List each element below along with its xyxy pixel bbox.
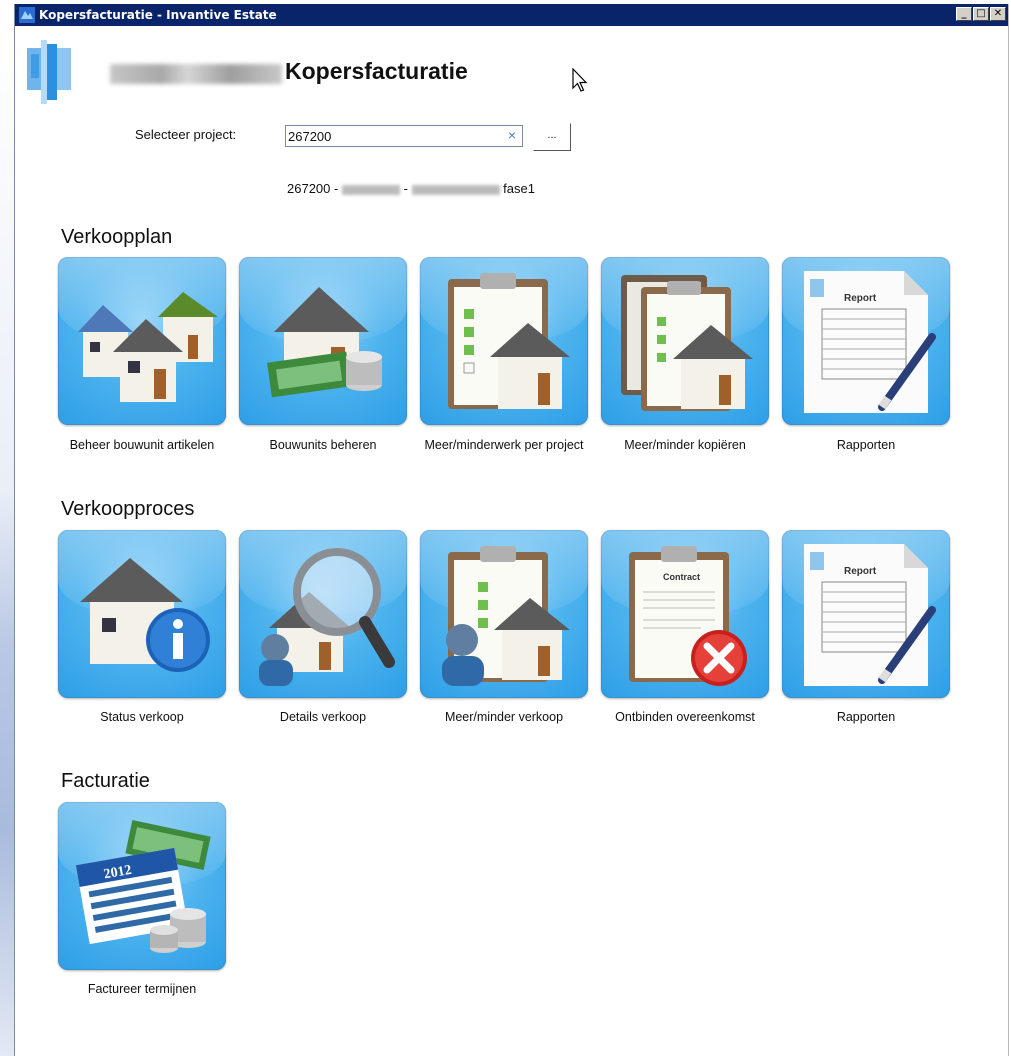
tile-meerminder-kopieren[interactable] xyxy=(601,257,769,425)
house-money-icon xyxy=(267,287,382,398)
calendar-money-icon: 2012 xyxy=(75,820,211,953)
project-code-text: 267200 - xyxy=(287,181,339,196)
section-title-verkoopproces: Verkoopproces xyxy=(61,498,195,520)
project-label: Selecteer project: xyxy=(135,127,237,142)
tile-factureer-termijnen[interactable]: 2012 xyxy=(58,802,226,970)
browse-project-button[interactable]: ... xyxy=(533,123,571,151)
desktop-background xyxy=(0,30,14,1056)
company-name-redacted xyxy=(110,64,282,84)
page-title: Kopersfacturatie xyxy=(285,58,468,84)
title-bar[interactable]: Kopersfacturatie - Invantive Estate _ □ … xyxy=(15,4,1008,26)
svg-text:Report: Report xyxy=(844,293,877,304)
tile-beheer-bouwunit-artikelen[interactable] xyxy=(58,257,226,425)
magnifier-house-icon xyxy=(259,548,395,686)
report-icon: Report xyxy=(804,544,936,686)
tile-meerminderwerk-per-project[interactable] xyxy=(420,257,588,425)
tile-label: Rapporten xyxy=(836,438,896,452)
tile-label: Bouwunits beheren xyxy=(269,438,377,452)
minimize-button[interactable]: _ xyxy=(956,7,972,21)
tile-label: Meer/minderwerk per project xyxy=(424,438,584,452)
contract-cancel-icon: Contract xyxy=(629,546,747,686)
tile-label: Meer/minder kopiëren xyxy=(624,438,746,452)
close-button[interactable]: ✕ xyxy=(990,7,1006,21)
company-logo-icon xyxy=(27,40,71,104)
project-input[interactable] xyxy=(288,127,498,145)
report-icon: Report xyxy=(804,271,936,413)
project-description: 267200 - - fase1 xyxy=(287,181,535,196)
app-icon xyxy=(19,7,35,23)
project-phase-text: fase1 xyxy=(503,181,535,196)
project-input-box[interactable]: × xyxy=(285,125,523,147)
tile-rapporten-verkoopproces[interactable]: Report xyxy=(782,530,950,698)
tile-meerminder-verkoop[interactable] xyxy=(420,530,588,698)
tile-label: Rapporten xyxy=(836,710,896,724)
tile-label: Status verkoop xyxy=(100,710,184,724)
tile-label: Ontbinden overeenkomst xyxy=(615,710,755,724)
redacted-text xyxy=(341,184,400,195)
svg-text:Report: Report xyxy=(844,566,877,577)
tile-label: Details verkoop xyxy=(279,710,367,724)
svg-text:Contract: Contract xyxy=(663,572,700,582)
mouse-pointer-icon xyxy=(572,68,588,92)
tile-label: Factureer termijnen xyxy=(87,982,197,996)
houses-icon xyxy=(78,292,218,402)
app-window: Kopersfacturatie - Invantive Estate _ □ … xyxy=(14,4,1009,1056)
clipboards-copy-icon xyxy=(621,275,753,411)
section-title-facturatie: Facturatie xyxy=(61,770,150,792)
house-info-icon xyxy=(80,558,210,672)
clear-icon[interactable]: × xyxy=(508,127,516,143)
tile-rapporten[interactable]: Report xyxy=(782,257,950,425)
tile-status-verkoop[interactable] xyxy=(58,530,226,698)
tile-label: Beheer bouwunit artikelen xyxy=(69,438,215,452)
redacted-text xyxy=(411,184,500,195)
tile-ontbinden-overeenkomst[interactable]: Contract xyxy=(601,530,769,698)
clipboard-house-icon xyxy=(448,273,570,409)
separator-text: - xyxy=(403,181,408,196)
window-title: Kopersfacturatie - Invantive Estate xyxy=(39,8,277,22)
tile-bouwunits-beheren[interactable] xyxy=(239,257,407,425)
tile-details-verkoop[interactable] xyxy=(239,530,407,698)
maximize-button[interactable]: □ xyxy=(973,7,989,21)
section-title-verkoopplan: Verkoopplan xyxy=(61,226,173,248)
tile-label: Meer/minder verkoop xyxy=(444,710,564,724)
clipboard-person-house-icon xyxy=(442,546,570,686)
